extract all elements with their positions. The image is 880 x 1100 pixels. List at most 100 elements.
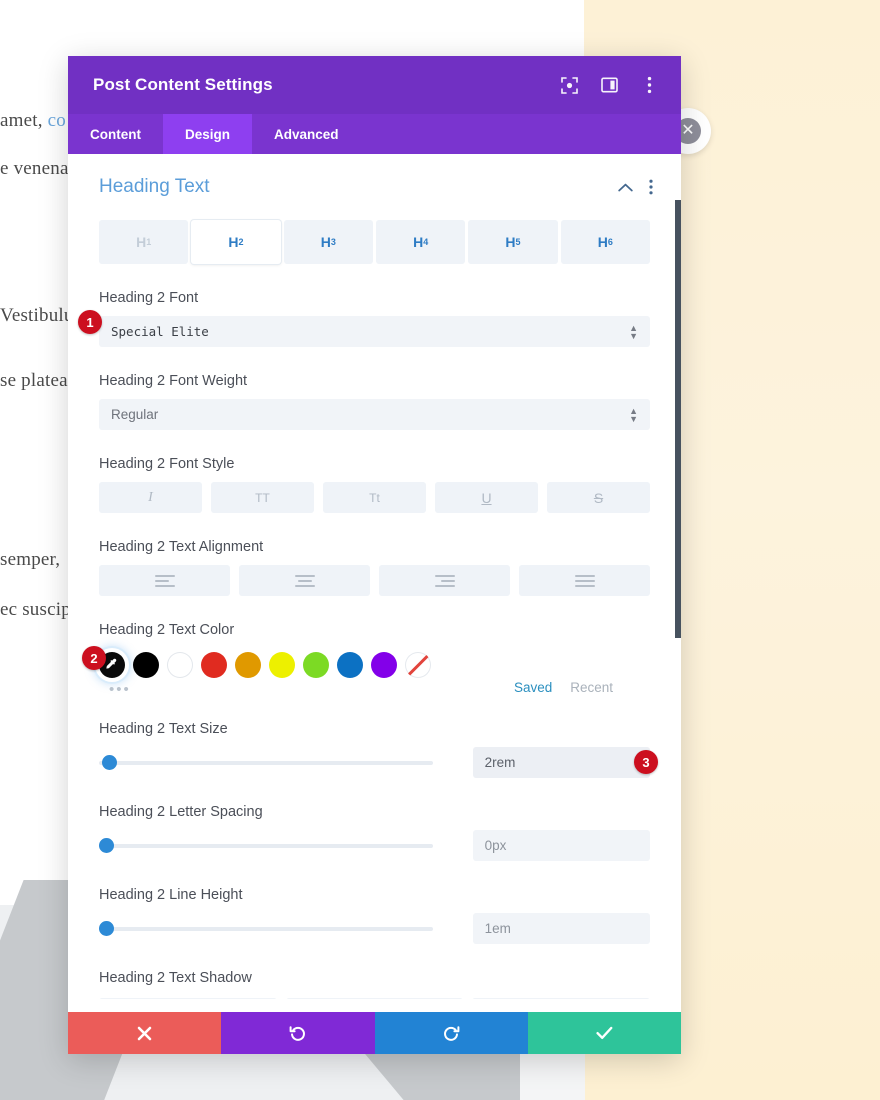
modal-scrollbar-thumb[interactable] [675,200,681,638]
heading-level-h1[interactable]: H1 [99,220,189,264]
close-icon [137,1026,152,1040]
text-size-input[interactable]: 2rem [472,747,650,778]
letter-spacing-input[interactable]: 0px [472,830,650,861]
swatch-transparent[interactable] [405,652,431,678]
font-select[interactable]: Special Elite ▲ ▼ [99,316,650,347]
heading-level-tabs: H1 H2 H3 H4 H5 H6 [99,220,650,264]
heading-level-h5[interactable]: H5 [468,220,558,264]
h2-label: H [228,234,239,250]
swatch-orange[interactable] [235,652,261,678]
text-shadow-label: Heading 2 Text Shadow [99,970,252,986]
slider-knob[interactable] [99,838,114,853]
heading-level-h4[interactable]: H4 [375,220,466,264]
focus-icon[interactable] [559,75,579,95]
swatch-blue[interactable] [337,652,363,678]
slider-knob[interactable] [102,755,117,770]
section-menu-icon[interactable] [649,179,653,195]
tab-advanced[interactable]: Advanced [252,114,361,154]
text-shadow-preset[interactable] [285,998,464,999]
background-text-fragment: ec suscip [0,599,71,620]
heading-level-h6[interactable]: H6 [560,220,650,264]
font-weight-select[interactable]: Regular ▲ ▼ [99,399,650,430]
swatch-green[interactable] [303,652,329,678]
line-height-field: Heading 2 Line Height 1em [99,887,650,944]
h5-sub: 5 [515,237,521,247]
line-height-slider[interactable] [99,918,433,940]
h2-sub: 2 [238,237,244,247]
align-right-button[interactable] [379,565,510,596]
background-text-fragment: e venenat [0,158,75,179]
font-style-label: Heading 2 Font Style [99,456,235,472]
slider-track [99,760,433,765]
modal-header: Post Content Settings [68,56,681,114]
font-field: Heading 2 Font Special Elite ▲ ▼ [99,290,650,347]
underline-button[interactable]: U [435,482,538,513]
checkmark-icon [596,1026,613,1039]
chevron-updown-icon: ▲ ▼ [629,405,638,424]
lowercase-button[interactable]: Tt [323,482,426,513]
align-center-icon [294,574,315,587]
eyedropper-icon [106,658,117,669]
h5-label: H [505,234,516,250]
redo-button[interactable] [374,1012,528,1054]
swatch-purple[interactable] [371,652,397,678]
uppercase-button[interactable]: TT [211,482,314,513]
chevron-updown-icon: ▲ ▼ [629,322,638,341]
text-shadow-preset[interactable] [99,998,277,999]
letter-spacing-label: Heading 2 Letter Spacing [99,804,263,820]
cancel-button[interactable] [68,1012,222,1054]
text-shadow-field: Heading 2 Text Shadow [99,970,651,999]
swatch-black[interactable] [133,652,159,678]
slider-knob[interactable] [99,921,114,936]
h1-label: H [136,234,147,250]
letter-spacing-field: Heading 2 Letter Spacing 0px [99,804,650,861]
more-options-icon[interactable] [639,75,659,95]
modal-action-bar [68,1012,681,1054]
swatch-red[interactable] [201,652,227,678]
layout-panel-icon[interactable] [599,75,619,95]
text-size-slider[interactable] [99,752,433,774]
modal-tabs: Content Design Advanced [68,114,681,154]
post-content-settings-modal: Post Content Settings Content Design Adv… [68,56,681,1054]
align-left-icon [154,574,175,587]
background-text-fragment: semper, [0,549,61,570]
recent-colors-tab[interactable]: Recent [570,680,613,695]
tab-content[interactable]: Content [68,114,163,154]
color-swatch-row [99,652,650,678]
line-height-input[interactable]: 1em [472,913,650,944]
h3-label: H [320,234,331,250]
heading-text-section-header: Heading Text [68,154,681,198]
align-justify-button[interactable] [519,565,650,596]
chevron-up-icon[interactable] [618,183,633,192]
align-center-button[interactable] [239,565,370,596]
swatch-white[interactable] [167,652,193,678]
text-alignment-field: Heading 2 Text Alignment [99,539,650,596]
undo-icon [289,1025,306,1041]
font-value: Special Elite [111,324,209,339]
saved-colors-tab[interactable]: Saved [514,680,552,695]
redo-icon [443,1025,460,1041]
text-color-label: Heading 2 Text Color [99,622,235,638]
swatch-yellow[interactable] [269,652,295,678]
h6-label: H [597,234,608,250]
strikethrough-button[interactable]: S [547,482,650,513]
annotation-badge-2: 2 [82,646,106,670]
save-button[interactable] [527,1012,681,1054]
letter-spacing-slider[interactable] [99,835,433,857]
align-right-icon [434,574,455,587]
text-shadow-preset[interactable] [472,998,651,999]
heading-level-h2[interactable]: H2 [191,220,281,264]
align-justify-icon [574,574,595,587]
align-left-button[interactable] [99,565,230,596]
font-weight-field: Heading 2 Font Weight Regular ▲ ▼ [99,373,650,430]
modal-title: Post Content Settings [93,75,273,94]
h1-sub: 1 [146,237,152,247]
italic-button[interactable]: I [99,482,202,513]
modal-header-actions [559,75,659,95]
h4-label: H [413,234,424,250]
heading-level-h3[interactable]: H3 [283,220,373,264]
font-weight-label: Heading 2 Font Weight [99,373,248,389]
undo-button[interactable] [221,1012,375,1054]
text-color-field: Heading 2 Text Color ••• Saved Recent [99,622,650,697]
tab-design[interactable]: Design [163,114,253,154]
